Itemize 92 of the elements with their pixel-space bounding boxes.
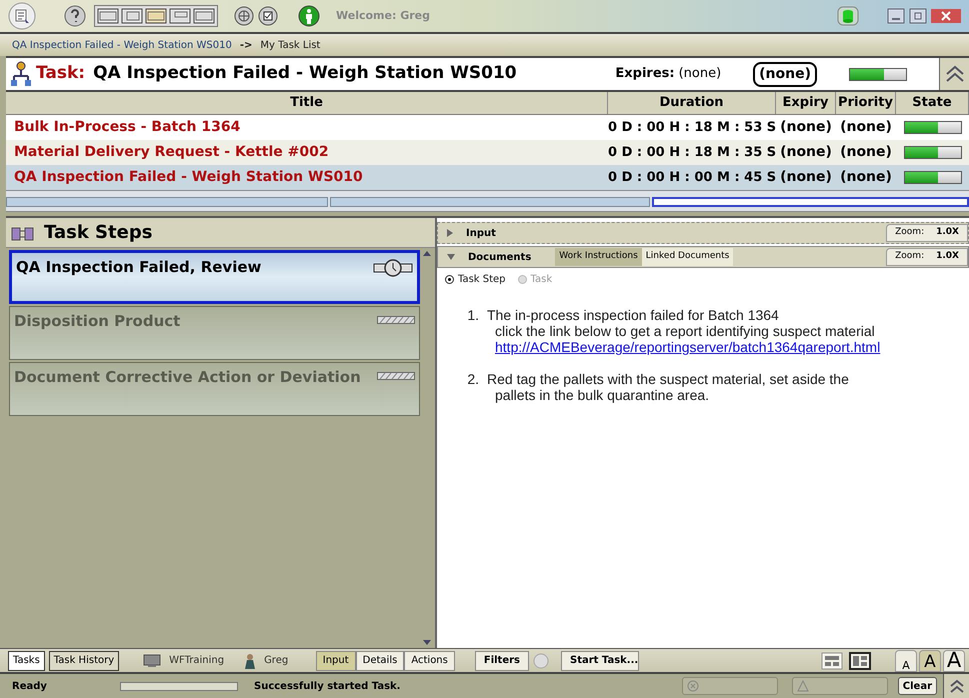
column-header[interactable]: Title <box>6 92 608 114</box>
table-cell-text: (none) <box>779 143 833 162</box>
warning-filter-field[interactable] <box>792 677 888 695</box>
collapsed-icon <box>446 228 454 238</box>
globe-icon[interactable] <box>234 6 254 26</box>
table-cell-text: 0 D : 00 H : 18 M : 53 S <box>608 118 776 137</box>
column-header[interactable]: Expiry <box>776 92 836 114</box>
table-cell-text: Material Delivery Request - Kettle #002 <box>13 143 330 162</box>
workflow-icon <box>10 61 32 87</box>
expires-label: Expires: <box>615 65 675 84</box>
table-cell-text: (none) <box>779 118 833 137</box>
column-header[interactable]: Duration <box>608 92 776 114</box>
clear-button[interactable]: Clear <box>898 677 937 695</box>
document-tab[interactable]: Linked Documents <box>642 248 734 266</box>
table-cell-text: 0 D : 00 H : 00 M : 45 S <box>608 168 776 187</box>
collapse-button[interactable] <box>939 58 969 90</box>
bottom-tab[interactable]: Tasks <box>8 650 45 670</box>
scope-radio[interactable]: Task Step <box>445 272 506 287</box>
app-menu-icon[interactable] <box>8 2 36 30</box>
monitor-icon <box>143 654 162 668</box>
table-row[interactable]: Material Delivery Request - Kettle #002 0 D : 00 H : 18 M : 35 S (none) (none) <box>6 140 969 165</box>
error-icon <box>686 680 699 692</box>
table-row[interactable]: QA Inspection Failed - Weigh Station WS010 0 D : 00 H : 00 M : 45 S (none) (none) <box>6 165 969 190</box>
table-cell-text: QA Inspection Failed - Weigh Station WS010 <box>13 168 364 187</box>
database-icon <box>837 6 859 26</box>
zoom-control[interactable]: Zoom: 1.0X <box>886 224 968 242</box>
error-filter-field[interactable] <box>682 677 778 695</box>
table-cell-text: 0 D : 00 H : 18 M : 35 S <box>608 144 776 162</box>
list-number: 1. <box>466 307 479 325</box>
font-size-button[interactable]: A <box>895 650 917 672</box>
workstation-name: WFTraining <box>169 654 224 668</box>
expand-button[interactable] <box>943 674 969 698</box>
close-icon[interactable] <box>931 8 961 24</box>
font-size-button[interactable]: A <box>943 650 965 672</box>
breadcrumb-link[interactable]: QA Inspection Failed - Weigh Station WS010 <box>12 38 232 52</box>
table-cell-text: Bulk In-Process - Batch 1364 <box>13 118 242 137</box>
warning-icon <box>796 680 809 692</box>
zoom-label: Zoom: <box>895 250 924 264</box>
filter-indicator-icon <box>533 652 549 668</box>
double-chevron-icon <box>944 64 964 84</box>
status-text: Ready <box>12 680 48 694</box>
minimize-icon[interactable] <box>887 8 905 24</box>
double-chevron-icon <box>948 678 964 694</box>
user-name: Greg <box>264 654 288 668</box>
table-cell-text: (none) <box>839 118 893 137</box>
column-header[interactable]: Priority <box>836 92 896 114</box>
task-step[interactable]: QA Inspection Failed, Review <box>9 250 420 304</box>
font-size-button[interactable]: A <box>919 650 941 672</box>
pending-icon <box>377 372 415 380</box>
report-link[interactable]: http://ACMEBeverage/reportingserver/batch1364qareport.html <box>487 339 880 355</box>
table-cell-text: (none) <box>779 168 833 187</box>
step-name: QA Inspection Failed, Review <box>16 257 262 278</box>
expanded-icon <box>446 253 456 261</box>
pending-icon <box>377 316 415 324</box>
welcome-text: Welcome: Greg <box>336 8 430 24</box>
priority-badge: (none) <box>753 62 817 86</box>
task-title: QA Inspection Failed - Weigh Station WS010 <box>93 62 517 86</box>
step-name: Disposition Product <box>14 311 180 332</box>
filters-button[interactable]: Filters <box>474 650 529 670</box>
table-cell-text: (none) <box>839 143 893 162</box>
instruction-text: The in-process inspection failed for Batch 1364 click the link below to get a report identifying suspect material <box>487 307 876 339</box>
task-steps-title: Task Steps <box>44 221 152 245</box>
maximize-icon[interactable] <box>909 8 927 24</box>
zoom-value: 1.0X <box>936 250 959 264</box>
zoom-control[interactable]: Zoom: 1.0X <box>886 248 968 266</box>
breadcrumb-current: My Task List <box>260 38 320 52</box>
expires-value: (none) <box>678 65 722 84</box>
breadcrumb-separator: -> <box>240 38 252 52</box>
zoom-label: Zoom: <box>895 226 924 240</box>
section-toggle[interactable]: Documents <box>446 250 532 264</box>
status-message: Successfully started Task. <box>254 680 400 694</box>
bottom-tab[interactable]: Task History <box>48 650 120 670</box>
panel-button[interactable]: Actions <box>404 650 455 670</box>
checkbox-icon[interactable] <box>258 6 278 26</box>
step-name: Document Corrective Action or Deviation <box>14 367 361 388</box>
section-toggle[interactable]: Input <box>446 226 496 240</box>
column-header[interactable]: State <box>896 92 969 114</box>
list-number: 2. <box>466 371 479 389</box>
horizontal-scrollbar[interactable] <box>6 190 969 212</box>
zoom-value: 1.0X <box>936 226 959 240</box>
document-tab[interactable]: Work Instructions <box>555 248 642 266</box>
table-cell-text: (none) <box>839 168 893 187</box>
instruction-text: Red tag the pallets with the suspect material, set aside the pallets in the bulk quarantine area. <box>487 371 849 403</box>
timer-icon <box>373 259 413 277</box>
panel-button[interactable]: Details <box>356 650 404 670</box>
task-label: Task: <box>36 62 86 86</box>
layout-icon[interactable] <box>849 652 871 670</box>
help-icon[interactable] <box>64 5 86 27</box>
start-task-button[interactable]: Start Task... <box>561 650 639 670</box>
panel-button[interactable]: Input <box>316 650 356 670</box>
person-icon[interactable] <box>298 5 320 27</box>
user-icon <box>244 652 256 668</box>
